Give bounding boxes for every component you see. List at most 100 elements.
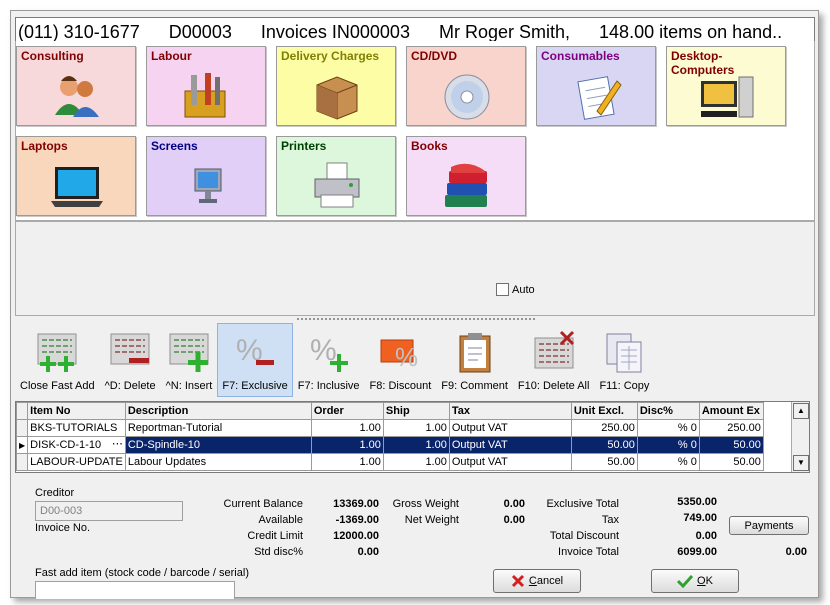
- item-no-cell[interactable]: DISK-CD-1-10 ⋯: [27, 436, 126, 454]
- credit-limit-value: 12000.00: [333, 530, 379, 542]
- debtor-code: D00003: [168, 22, 232, 42]
- toolbar-label: ^D: Delete: [104, 380, 156, 392]
- category-consulting[interactable]: Consulting: [16, 46, 136, 126]
- category-label: Screens: [151, 139, 198, 153]
- clipboard-icon: [459, 333, 491, 373]
- toolbar-label: F8: Discount: [369, 380, 432, 392]
- description-cell[interactable]: CD-Spindle-10: [124, 436, 312, 454]
- invoice-no-label: Invoice No.: [35, 522, 91, 534]
- category-labour[interactable]: Labour: [146, 46, 266, 126]
- item-lookup-button[interactable]: ⋯: [112, 438, 123, 450]
- discount-button[interactable]: % F8: Discount: [365, 323, 437, 397]
- disc-cell[interactable]: % 0: [636, 436, 700, 454]
- tax-cell[interactable]: Output VAT: [448, 436, 572, 454]
- scroll-track[interactable]: [792, 420, 809, 454]
- vertical-scrollbar[interactable]: ▲ ▼: [791, 402, 809, 472]
- amount-cell[interactable]: 50.00: [698, 453, 764, 471]
- creditor-field: D00-003: [35, 501, 183, 521]
- table-row[interactable]: ▶ DISK-CD-1-10 ⋯ CD-Spindle-10 1.00 1.00…: [16, 436, 764, 454]
- total-discount-label: Total Discount: [549, 530, 619, 542]
- toolbar-label: F7: Exclusive: [222, 380, 288, 392]
- tools-icon: [184, 73, 226, 118]
- column-header[interactable]: Description: [124, 402, 312, 420]
- category-label: Labour: [151, 49, 192, 63]
- disc-cell[interactable]: % 0: [636, 453, 700, 471]
- order-cell[interactable]: 1.00: [310, 453, 384, 471]
- phone-number: (011) 310-1677: [18, 22, 140, 42]
- fast-add-input[interactable]: [35, 581, 235, 599]
- table-row[interactable]: LABOUR-UPDATE Labour Updates 1.00 1.00 O…: [16, 453, 764, 471]
- ship-cell[interactable]: 1.00: [382, 419, 450, 437]
- description-cell[interactable]: Reportman-Tutorial: [124, 419, 312, 437]
- printer-icon: [314, 162, 360, 208]
- tax-cell[interactable]: Output VAT: [448, 453, 572, 471]
- unit-excl-cell[interactable]: 50.00: [570, 436, 638, 454]
- column-header[interactable]: Unit Excl.: [570, 402, 638, 420]
- ship-cell[interactable]: 1.00: [382, 436, 450, 454]
- ok-button[interactable]: OK: [651, 569, 739, 593]
- copy-button[interactable]: F11: Copy: [594, 323, 654, 397]
- fast-add-label: Fast add item (stock code / barcode / se…: [35, 567, 249, 579]
- order-cell[interactable]: 1.00: [310, 419, 384, 437]
- exclusive-button[interactable]: % F7: Exclusive: [217, 323, 293, 397]
- unit-excl-cell[interactable]: 250.00: [570, 419, 638, 437]
- ship-cell[interactable]: 1.00: [382, 453, 450, 471]
- column-header[interactable]: Tax: [448, 402, 572, 420]
- category-laptops[interactable]: Laptops: [16, 136, 136, 216]
- row-indicator: [16, 453, 29, 471]
- description-cell[interactable]: Labour Updates: [124, 453, 312, 471]
- delete-all-button[interactable]: F10: Delete All: [513, 323, 595, 397]
- amount-cell[interactable]: 50.00: [698, 436, 764, 454]
- unit-excl-cell[interactable]: 50.00: [570, 453, 638, 471]
- order-cell[interactable]: 1.00: [310, 436, 384, 454]
- category-label: Delivery Charges: [281, 49, 380, 63]
- total-discount-value: 0.00: [695, 530, 717, 542]
- comment-button[interactable]: F9: Comment: [436, 323, 513, 397]
- splitter-handle[interactable]: [296, 317, 536, 321]
- disc-icon: [444, 74, 490, 120]
- column-header[interactable]: Amount Ex: [698, 402, 764, 420]
- category-desktop-computers[interactable]: Desktop-Computers: [666, 46, 786, 126]
- cancel-button-label: Cancel: [528, 575, 564, 587]
- table-row[interactable]: BKS-TUTORIALS Reportman-Tutorial 1.00 1.…: [16, 419, 764, 437]
- invoice-window: (011) 310-1677 D00003 Invoices IN000003 …: [10, 10, 819, 599]
- cancel-x-icon: [511, 574, 524, 588]
- cancel-button[interactable]: Cancel: [493, 569, 581, 593]
- close-fast-add-icon: [37, 333, 77, 372]
- close-fast-add-button[interactable]: Close Fast Add: [15, 323, 100, 397]
- payments-button[interactable]: Payments: [729, 516, 809, 535]
- item-no-cell[interactable]: BKS-TUTORIALS: [27, 419, 126, 437]
- disc-cell[interactable]: % 0: [636, 419, 700, 437]
- column-header[interactable]: Item No: [27, 402, 126, 420]
- scroll-up-icon[interactable]: ▲: [793, 403, 809, 419]
- payments-button-label: Payments: [744, 519, 794, 532]
- toolbar-label: F11: Copy: [599, 380, 650, 392]
- notepad-icon: [577, 76, 622, 120]
- net-weight-label: Net Weight: [404, 514, 459, 526]
- column-header[interactable]: Order: [310, 402, 384, 420]
- category-delivery-charges[interactable]: Delivery Charges: [276, 46, 396, 126]
- inclusive-button[interactable]: % F7: Inclusive: [293, 323, 365, 397]
- delete-row-button[interactable]: ^D: Delete: [100, 323, 161, 397]
- books-icon: [445, 163, 487, 207]
- category-cd-dvd[interactable]: CD/DVD: [406, 46, 526, 126]
- amount-cell[interactable]: 250.00: [698, 419, 764, 437]
- auto-checkbox[interactable]: Auto: [496, 283, 535, 296]
- insert-row-button[interactable]: ^N: Insert: [161, 323, 218, 397]
- auto-checkbox-box[interactable]: [496, 283, 509, 296]
- category-consumables[interactable]: Consumables: [536, 46, 656, 126]
- delete-row-icon: [110, 333, 150, 365]
- invoice-lines-grid[interactable]: Item No Description Order Ship Tax Unit …: [15, 401, 810, 473]
- column-header[interactable]: Disc%: [636, 402, 700, 420]
- scroll-down-icon[interactable]: ▼: [793, 455, 809, 471]
- category-books[interactable]: Books: [406, 136, 526, 216]
- available-label: Available: [258, 514, 303, 526]
- column-header[interactable]: Ship: [382, 402, 450, 420]
- category-screens[interactable]: Screens: [146, 136, 266, 216]
- category-printers[interactable]: Printers: [276, 136, 396, 216]
- item-no-cell[interactable]: LABOUR-UPDATE: [27, 453, 126, 471]
- category-label: Books: [411, 139, 448, 153]
- tax-cell[interactable]: Output VAT: [448, 419, 572, 437]
- creditor-value: D00-003: [40, 505, 83, 517]
- exclusive-percent-icon: %: [236, 334, 275, 367]
